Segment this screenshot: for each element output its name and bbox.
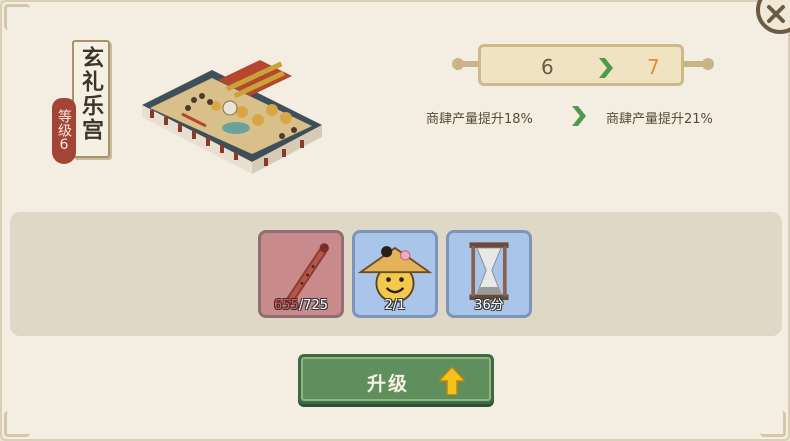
- upgrade-button[interactable]: 升级: [298, 354, 494, 404]
- scroll-knob: [702, 58, 714, 70]
- level-label: 等级: [56, 109, 72, 137]
- upgrade-label: 升级: [367, 373, 410, 395]
- corner-ornament: [4, 411, 30, 437]
- material-current: 655: [273, 298, 299, 313]
- material-amount: 655/725: [261, 298, 341, 313]
- current-bonus: 商肆产量提升18%: [426, 112, 533, 127]
- level-change-banner: 6 7: [452, 44, 714, 86]
- corner-ornament: [4, 4, 30, 30]
- next-level: 7: [647, 55, 660, 79]
- time-value: 36分: [474, 298, 504, 313]
- material-required: /725: [298, 298, 329, 313]
- building-name: 玄礼乐宫: [78, 46, 104, 142]
- arrow-right-icon: [572, 106, 586, 126]
- close-icon: [767, 5, 785, 23]
- next-bonus: 商肆产量提升21%: [606, 112, 713, 127]
- building-title-plaque: 玄礼乐宫: [72, 40, 110, 158]
- worker-requirement-card[interactable]: 2/1: [352, 230, 438, 318]
- upgrade-panel: 玄礼乐宫 等级 6 6 7 商肆产量提升18% 商肆产量提升21% 655/72…: [0, 0, 790, 441]
- material-requirement-card[interactable]: 655/725: [258, 230, 344, 318]
- worker-count: 2/1: [384, 298, 406, 313]
- level-tag: 等级 6: [52, 98, 76, 164]
- time-requirement-card[interactable]: 36分: [446, 230, 532, 318]
- level-scroll: 6 7: [478, 44, 684, 86]
- corner-ornament: [760, 411, 786, 437]
- level-value: 6: [59, 137, 69, 153]
- arrow-up-icon: [439, 367, 465, 395]
- building-illustration: [142, 60, 322, 174]
- scroll-knob: [452, 58, 464, 70]
- arrow-right-icon: [599, 58, 613, 78]
- current-level: 6: [541, 55, 554, 79]
